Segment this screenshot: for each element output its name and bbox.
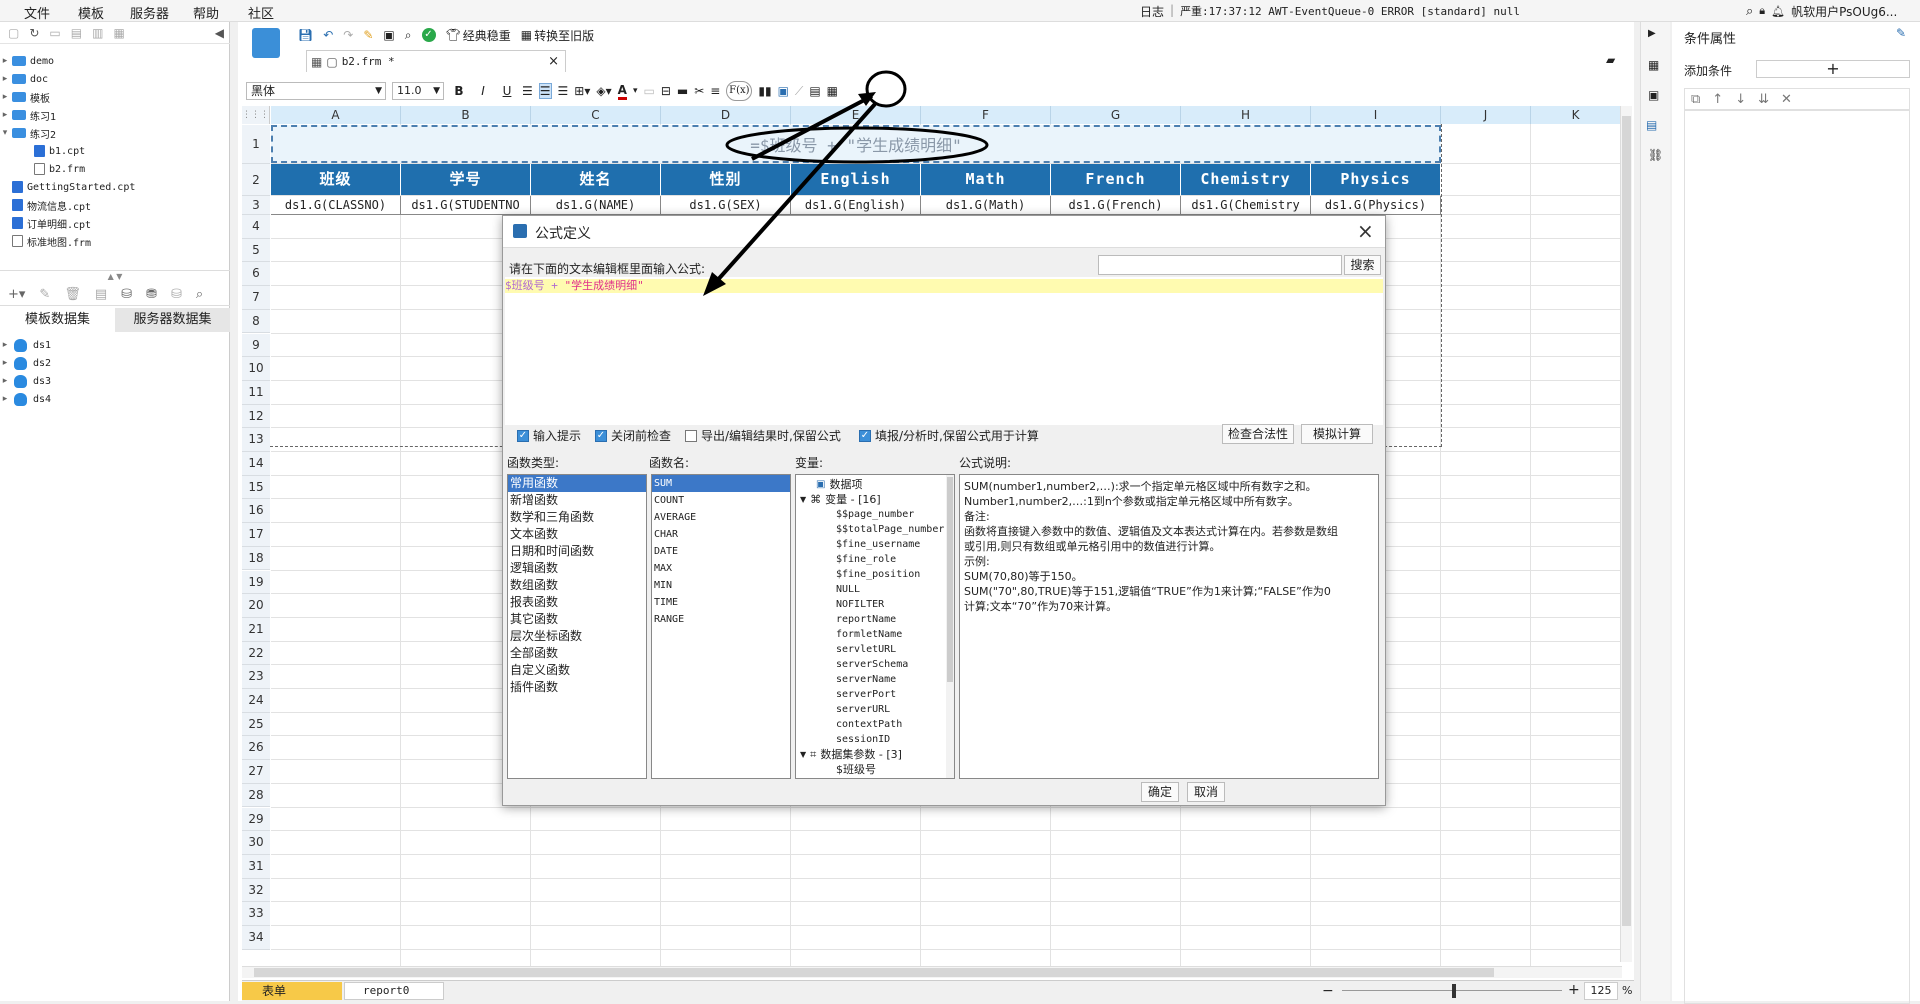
annotation-ellipse-title [725, 126, 989, 164]
annotation-overlay [703, 70, 989, 296]
annotation-circle-formula-button [865, 70, 907, 108]
